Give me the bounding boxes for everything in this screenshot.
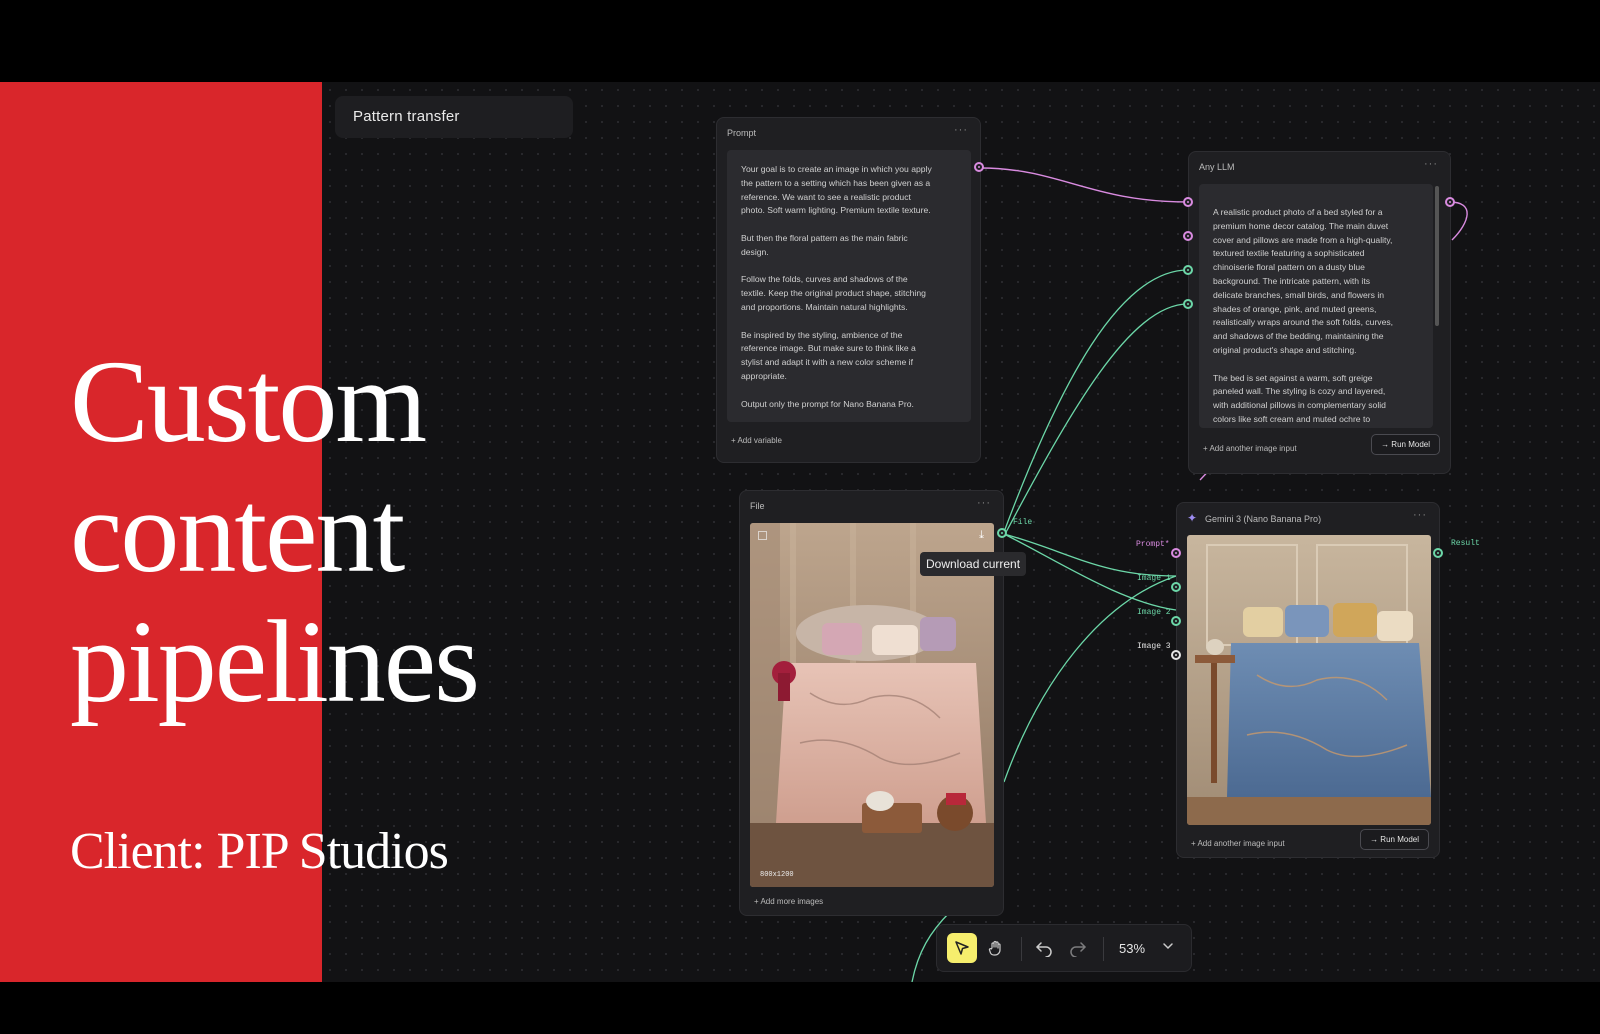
wire-lower-1	[1003, 575, 1177, 783]
slide-client: Client: PIP Studios	[70, 823, 449, 880]
canvas-toolbar: 53%	[936, 924, 1192, 972]
gemini-input-label-image-3: Image 3	[1137, 642, 1171, 651]
chevron-down-icon[interactable]	[1161, 939, 1175, 958]
prompt-node-menu-icon[interactable]: ···	[954, 124, 968, 136]
gemini-node-title: Gemini 3 (Nano Banana Pro)	[1205, 514, 1322, 524]
redo-icon[interactable]	[1063, 933, 1093, 963]
download-current-tooltip: Download current	[920, 552, 1027, 576]
gemini-node[interactable]: ✦ Gemini 3 (Nano Banana Pro) ··· + Add a…	[1176, 502, 1440, 858]
prompt-node-title: Prompt	[727, 128, 757, 138]
llm-input-port-image-1[interactable]	[1183, 265, 1193, 275]
add-more-images-button[interactable]: + Add more images	[754, 897, 823, 906]
wire-prompt-to-llm	[979, 167, 1189, 203]
gemini-add-image-input-button[interactable]: + Add another image input	[1191, 839, 1285, 848]
gemini-input-port-image-2[interactable]	[1171, 616, 1181, 626]
hand-icon[interactable]	[981, 933, 1011, 963]
llm-run-model-button[interactable]: → Run Model	[1371, 434, 1440, 455]
image-size-label: 800x1200	[760, 871, 794, 879]
gemini-input-port-image-1[interactable]	[1171, 582, 1181, 592]
expand-icon[interactable]	[758, 531, 767, 540]
generated-bedroom-photo	[1187, 535, 1431, 825]
add-variable-button[interactable]: + Add variable	[731, 436, 782, 445]
gemini-output-label: Result	[1451, 539, 1480, 548]
gemini-input-label-prompt: Prompt*	[1136, 540, 1170, 549]
file-node-menu-icon[interactable]: ···	[977, 497, 991, 509]
slide-headline: Custom content pipelines	[70, 336, 480, 727]
reference-bedroom-photo: 800x1200 ⤓	[750, 523, 994, 887]
zoom-level[interactable]: 53%	[1119, 941, 1145, 956]
sparkle-icon: ✦	[1187, 511, 1198, 525]
undo-icon[interactable]	[1029, 933, 1059, 963]
llm-node[interactable]: Any LLM ··· A realistic product photo of…	[1188, 151, 1451, 474]
toolbar-divider	[1021, 937, 1022, 961]
llm-input-port-prompt[interactable]	[1183, 197, 1193, 207]
gemini-output-port[interactable]	[1433, 548, 1443, 558]
workflow-title-field[interactable]: Pattern transfer	[335, 96, 573, 138]
prompt-textarea[interactable]: Your goal is to create an image in which…	[727, 150, 971, 422]
gemini-node-menu-icon[interactable]: ···	[1413, 509, 1427, 521]
prompt-node[interactable]: Prompt ··· Your goal is to create an ima…	[716, 117, 981, 463]
llm-add-image-input-button[interactable]: + Add another image input	[1203, 444, 1297, 453]
llm-output-text[interactable]: A realistic product photo of a bed style…	[1199, 184, 1433, 428]
slide-frame: Custom content pipelines Client: PIP Stu…	[0, 82, 1600, 982]
llm-input-port-2[interactable]	[1183, 231, 1193, 241]
llm-input-port-image-2[interactable]	[1183, 299, 1193, 309]
gemini-input-label-image-1: Image 1	[1137, 574, 1171, 583]
gemini-input-label-image-2: Image 2	[1137, 608, 1171, 617]
file-port-label: File	[1013, 518, 1033, 527]
gemini-run-model-button[interactable]: → Run Model	[1360, 829, 1429, 850]
llm-output-port[interactable]	[1445, 197, 1455, 207]
wire-file-to-llm-1	[1003, 269, 1189, 533]
file-output-port[interactable]	[997, 528, 1007, 538]
llm-node-title: Any LLM	[1199, 162, 1235, 172]
gemini-input-port-image-3[interactable]	[1171, 650, 1181, 660]
file-node-title: File	[750, 501, 765, 511]
llm-node-menu-icon[interactable]: ···	[1424, 158, 1438, 170]
pointer-icon[interactable]	[947, 933, 977, 963]
toolbar-divider	[1103, 937, 1104, 961]
download-icon[interactable]: ⤓	[979, 529, 984, 542]
gemini-input-port-prompt[interactable]	[1171, 548, 1181, 558]
wire-llm-result-out	[1449, 201, 1468, 241]
prompt-output-port[interactable]	[974, 162, 984, 172]
llm-scrollbar[interactable]	[1435, 186, 1439, 326]
